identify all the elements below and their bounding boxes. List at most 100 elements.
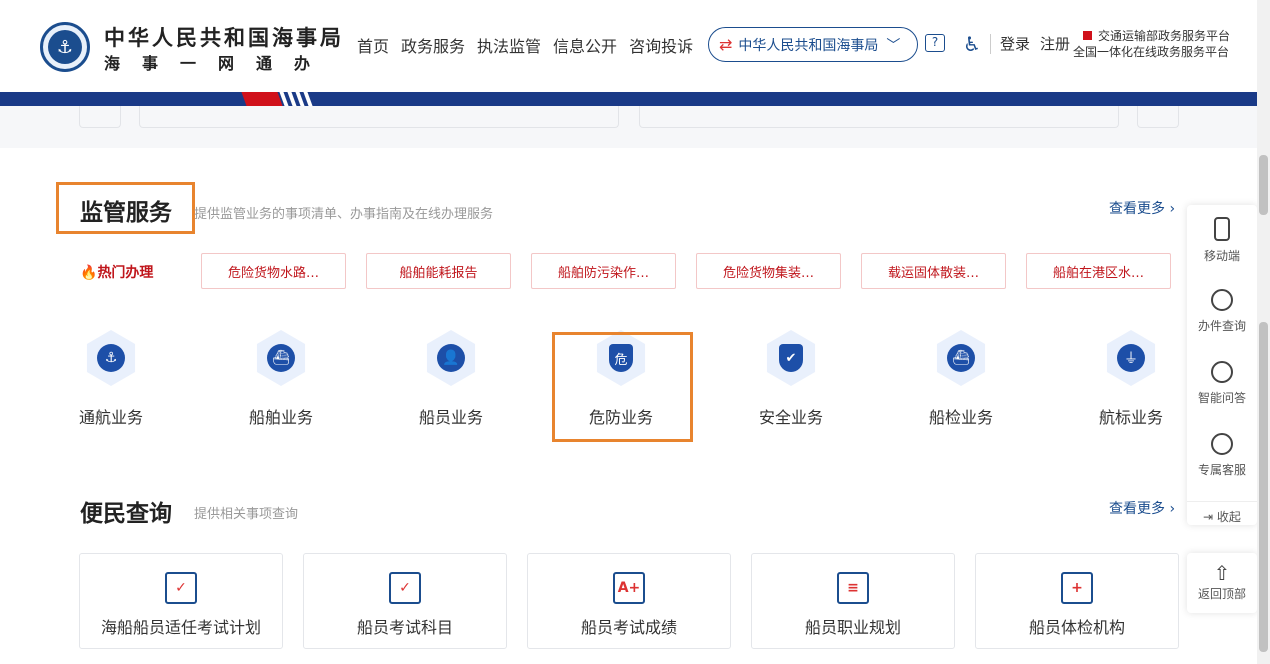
headset-icon [1211, 361, 1233, 383]
nav-law-enforcement[interactable]: 执法监管 [477, 33, 541, 57]
maritime-emblem-icon[interactable]: ⚓ [40, 22, 90, 72]
org-select-value: 中华人民共和国海事局 [738, 37, 879, 54]
accessibility-icon[interactable]: ♿ [963, 32, 981, 56]
anchor-icon: ⚓ [97, 344, 125, 372]
strip-box[interactable] [139, 106, 619, 128]
query-card[interactable]: ≡ 船员职业规划 [751, 553, 955, 649]
service-label: 航标业务 [1098, 408, 1163, 427]
nav-information-disclosure[interactable]: 信息公开 [553, 33, 617, 57]
scrollbar[interactable] [1257, 0, 1270, 664]
platform-line-2[interactable]: 全国一体化在线政务服务平台 [1073, 44, 1230, 60]
service-ship-inspection[interactable]: ⛴ 船检业务 [911, 330, 1011, 428]
platform-links[interactable]: 交通运输部政务服务平台 全国一体化在线政务服务平台 [1073, 28, 1230, 60]
highlight-box [56, 182, 195, 234]
crew-icon: 👤 [437, 344, 465, 372]
register-link[interactable]: 注册 [1040, 33, 1070, 54]
medical-kit-icon: + [1061, 572, 1093, 604]
convenience-desc: 提供相关事项查询 [194, 507, 299, 522]
chevron-down-icon: ﹀ [886, 37, 901, 54]
hot-item[interactable]: 船舶在港区水… [1026, 253, 1171, 289]
hot-item[interactable]: 危险货物水路… [201, 253, 346, 289]
highlight-box [552, 332, 693, 442]
back-to-top-button[interactable]: ⇧ 返回顶部 [1187, 553, 1257, 613]
ship-inspection-icon: ⛴ [947, 344, 975, 372]
site-title[interactable]: 中华人民共和国海事局 [104, 22, 344, 52]
service-label: 船舶业务 [248, 408, 313, 427]
platform-line-1[interactable]: 交通运输部政务服务平台 [1098, 29, 1230, 43]
strip-box[interactable] [79, 106, 121, 128]
red-square-icon [1083, 31, 1092, 40]
service-label: 船员业务 [418, 408, 483, 427]
query-card[interactable]: ✓ 船员考试科目 [303, 553, 507, 649]
main-nav: 首页 政务服务 执法监管 信息公开 咨询投诉 [357, 33, 693, 57]
fire-icon: 🔥 [80, 265, 98, 281]
back-to-top-label: 返回顶部 [1197, 587, 1246, 601]
ship-icon: ⛴ [267, 344, 295, 372]
swap-icon: ⇄ [719, 35, 733, 54]
query-card-label: 船员职业规划 [804, 618, 901, 637]
arrow-up-icon: ⇧ [1213, 561, 1231, 585]
collapse-button[interactable]: ⇥ 收起 [1187, 501, 1257, 525]
calendar-check-icon: ✓ [165, 572, 197, 604]
nav-consult-complaint[interactable]: 咨询投诉 [629, 33, 693, 57]
service-ship[interactable]: ⛴ 船舶业务 [231, 330, 331, 428]
service-label: 通航业务 [78, 408, 143, 427]
float-label: 智能问答 [1197, 391, 1246, 405]
band-stripe [295, 92, 305, 106]
collapse-label: 收起 [1216, 510, 1241, 524]
strip-box[interactable] [639, 106, 1119, 128]
float-label: 专属客服 [1197, 463, 1246, 477]
query-card-label: 船员考试科目 [356, 618, 453, 637]
nav-government-services[interactable]: 政务服务 [401, 33, 465, 57]
help-icon[interactable]: ? [925, 34, 945, 52]
site-subtitle: 海事一网通办 [104, 54, 333, 73]
query-card-label: 船员考试成绩 [580, 618, 677, 637]
divider [990, 34, 991, 54]
case-query-button[interactable]: 办件查询 [1187, 289, 1257, 334]
query-card[interactable]: ✓ 海船船员适任考试计划 [79, 553, 283, 649]
band-stripe [241, 92, 283, 106]
safety-shield-icon: ✔ [779, 344, 803, 372]
login-link[interactable]: 登录 [1000, 33, 1030, 54]
floating-toolbar: 移动端 办件查询 智能问答 专属客服 ⇥ 收起 [1187, 205, 1257, 525]
document-icon: ≡ [837, 572, 869, 604]
smart-qa-button[interactable]: 智能问答 [1187, 361, 1257, 406]
customer-service-button[interactable]: 专属客服 [1187, 433, 1257, 478]
float-label: 移动端 [1203, 249, 1240, 263]
checklist-icon: ✓ [389, 572, 421, 604]
query-card[interactable]: + 船员体检机构 [975, 553, 1179, 649]
scrollbar-thumb[interactable] [1259, 155, 1268, 215]
hot-label-text: 热门办理 [97, 265, 154, 281]
mobile-button[interactable]: 移动端 [1187, 217, 1257, 264]
service-label: 船检业务 [928, 408, 993, 427]
query-card-label: 船员体检机构 [1028, 618, 1125, 637]
query-card[interactable]: A+ 船员考试成绩 [527, 553, 731, 649]
site-header: ⚓ 中华人民共和国海事局 海事一网通办 首页 政务服务 执法监管 信息公开 咨询… [0, 0, 1257, 92]
float-label: 办件查询 [1197, 319, 1246, 333]
hot-label: 🔥热门办理 [80, 262, 153, 282]
hot-item[interactable]: 载运固体散装… [861, 253, 1006, 289]
supervision-more-link[interactable]: 查看更多 › [1109, 198, 1175, 218]
hot-item[interactable]: 船舶防污染作… [531, 253, 676, 289]
convenience-title: 便民查询 [80, 501, 172, 527]
header-band [0, 92, 1257, 106]
hot-item[interactable]: 船舶能耗报告 [366, 253, 511, 289]
nav-home[interactable]: 首页 [357, 33, 389, 57]
collapse-icon: ⇥ [1203, 510, 1217, 524]
mobile-phone-icon [1214, 217, 1230, 241]
org-select[interactable]: ⇄ 中华人民共和国海事局 ﹀ [708, 27, 918, 62]
hot-item[interactable]: 危险货物集装… [696, 253, 841, 289]
user-icon [1211, 433, 1233, 455]
scrollbar-thumb[interactable] [1259, 322, 1268, 652]
convenience-more-link[interactable]: 查看更多 › [1109, 498, 1175, 518]
service-safety[interactable]: ✔ 安全业务 [741, 330, 841, 428]
search-icon [1211, 289, 1233, 311]
lighthouse-icon: ⏚ [1117, 344, 1145, 372]
service-crew[interactable]: 👤 船员业务 [401, 330, 501, 428]
band-stripe [287, 92, 297, 106]
strip-box[interactable] [1137, 106, 1179, 128]
service-navigation[interactable]: ⚓ 通航业务 [61, 330, 161, 428]
service-navigation-aids[interactable]: ⏚ 航标业务 [1081, 330, 1181, 428]
service-label: 安全业务 [758, 408, 823, 427]
band-stripe [303, 92, 313, 106]
